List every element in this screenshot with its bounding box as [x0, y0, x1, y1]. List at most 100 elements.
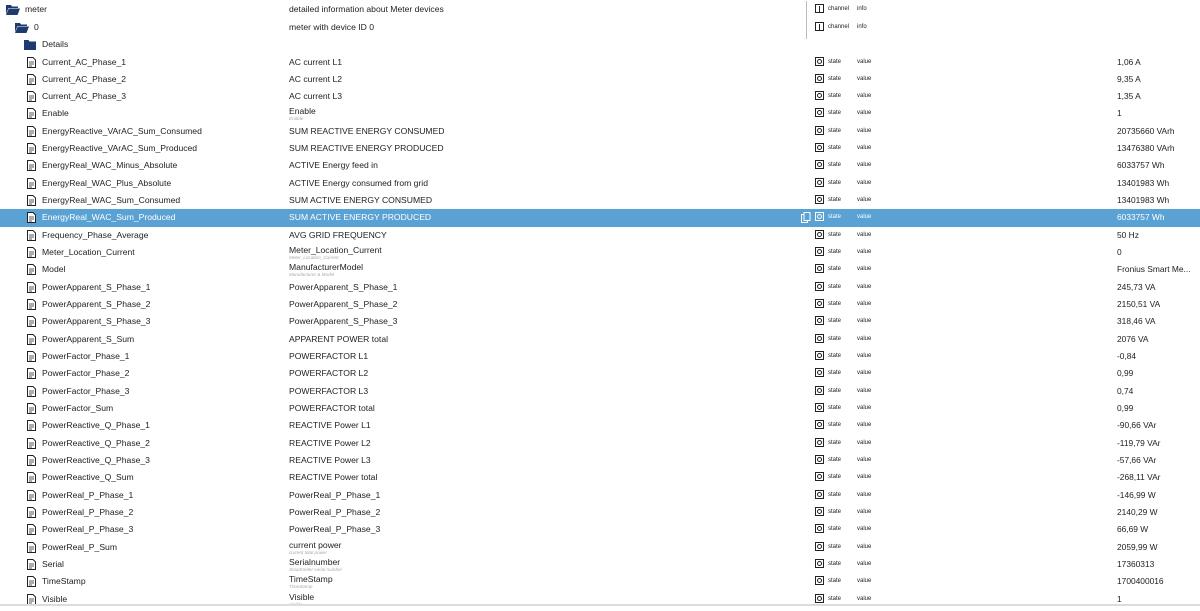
state-role-icon — [815, 125, 824, 135]
value-cell[interactable]: 1,06 A — [1117, 54, 1200, 71]
copy-icon[interactable] — [801, 212, 811, 224]
tree-item-description: PowerApparent_S_Phase_2 — [289, 299, 398, 310]
value-cell[interactable]: -119,79 VAr — [1117, 435, 1200, 452]
table-row[interactable]: PowerReactive_Q_Phase_1 REACTIVE Power L1… — [0, 417, 1200, 434]
tree-item-description: AVG GRID FREQUENCY — [289, 229, 387, 240]
table-row[interactable]: Frequency_Phase_Average AVG GRID FREQUENC… — [0, 227, 1200, 244]
table-row[interactable]: PowerReal_P_Phase_3 PowerReal_P_Phase_3 st… — [0, 521, 1200, 538]
value-cell[interactable]: 17360313 — [1117, 556, 1200, 573]
table-row[interactable]: PowerApparent_S_Sum APPARENT POWER total s… — [0, 331, 1200, 348]
state-role-icon — [815, 385, 824, 395]
table-row[interactable]: Current_AC_Phase_2 AC current L2 state valu… — [0, 71, 1200, 88]
table-row[interactable]: PowerReal_P_Phase_1 PowerReal_P_Phase_1 st… — [0, 487, 1200, 504]
value-cell[interactable]: 2140,29 W — [1117, 504, 1200, 521]
value-cell[interactable]: 1 — [1117, 105, 1200, 122]
tree-row-meter[interactable]: meter detailed information about Meter d… — [0, 1, 1200, 21]
table-row[interactable]: EnergyReal_WAC_Sum_Produced SUM ACTIVE EN… — [0, 209, 1200, 227]
value-cell[interactable]: 66,69 W — [1117, 521, 1200, 538]
role-cell: state — [815, 261, 855, 278]
table-row[interactable]: TimeStamp TimeStamp TimeStamp state value 170… — [0, 573, 1200, 590]
tree-item-name: 0 — [34, 22, 39, 32]
type-cell: info — [857, 6, 867, 12]
value-cell[interactable]: 9,35 A — [1117, 71, 1200, 88]
state-role-icon — [815, 160, 824, 170]
value-cell[interactable]: 1,35 A — [1117, 88, 1200, 105]
value-cell[interactable]: 0 — [1117, 244, 1200, 261]
table-row[interactable]: EnergyReactive_VArAC_Sum_Produced SUM REA… — [0, 140, 1200, 157]
table-row[interactable]: PowerReal_P_Sum current power current tota… — [0, 539, 1200, 556]
tree-item-name: PowerReal_P_Phase_3 — [42, 524, 134, 535]
table-row[interactable]: PowerFactor_Sum POWERFACTOR total state val… — [0, 400, 1200, 417]
value-cell[interactable]: 2059,99 W — [1117, 539, 1200, 556]
value-cell[interactable]: -146,99 W — [1117, 487, 1200, 504]
role-cell: channel — [815, 1, 855, 18]
role-cell: state — [815, 383, 855, 400]
value-cell[interactable]: -90,66 VAr — [1117, 417, 1200, 434]
tree-item-name: PowerApparent_S_Phase_3 — [42, 316, 151, 327]
value-cell[interactable]: 2150,51 VA — [1117, 296, 1200, 313]
value-cell[interactable]: 6033757 Wh — [1117, 157, 1200, 174]
table-row[interactable]: PowerReactive_Q_Phase_3 REACTIVE Power L3… — [0, 452, 1200, 469]
table-row[interactable]: PowerReactive_Q_Sum REACTIVE Power total s… — [0, 469, 1200, 486]
table-row[interactable]: PowerApparent_S_Phase_1 PowerApparent_S_P… — [0, 279, 1200, 296]
value-cell[interactable]: -0,84 — [1117, 348, 1200, 365]
role-cell: state — [815, 469, 855, 486]
type-cell: value — [857, 93, 872, 100]
channel-icon — [815, 22, 824, 31]
type-cell: value — [857, 162, 872, 169]
value-cell[interactable]: 13476380 VArh — [1117, 140, 1200, 157]
value-cell[interactable]: 13401983 Wh — [1117, 192, 1200, 209]
state-role-icon — [815, 489, 824, 499]
value-cell[interactable]: 0,99 — [1117, 400, 1200, 417]
table-row[interactable]: Serial Serialnumber Smartmeter serial numb… — [0, 556, 1200, 573]
table-row[interactable]: PowerApparent_S_Phase_3 PowerApparent_S_P… — [0, 313, 1200, 330]
value-cell[interactable]: 13401983 Wh — [1117, 175, 1200, 192]
type-cell: value — [857, 318, 872, 325]
tree-item-name: Enable — [42, 108, 69, 119]
value-cell[interactable]: 1700400016 — [1117, 573, 1200, 590]
type-cell: value — [857, 301, 872, 308]
value-cell[interactable]: 245,73 VA — [1117, 279, 1200, 296]
table-row[interactable]: PowerFactor_Phase_1 POWERFACTOR L1 state va… — [0, 348, 1200, 365]
value-cell[interactable]: 20735660 VArh — [1117, 123, 1200, 140]
value-cell[interactable]: -268,11 VAr — [1117, 469, 1200, 486]
table-row[interactable]: Enable Enable Enable state value 1 — [0, 105, 1200, 122]
table-row[interactable]: PowerFactor_Phase_2 POWERFACTOR L2 state va… — [0, 365, 1200, 382]
table-row[interactable]: EnergyReal_WAC_Plus_Absolute ACTIVE Energ… — [0, 175, 1200, 192]
value-cell[interactable]: -57,66 VAr — [1117, 452, 1200, 469]
value-cell[interactable]: 6033757 Wh — [1117, 209, 1200, 226]
table-row[interactable]: PowerFactor_Phase_3 POWERFACTOR L3 state va… — [0, 383, 1200, 400]
table-row[interactable]: PowerReactive_Q_Phase_2 REACTIVE Power L2… — [0, 435, 1200, 452]
table-row[interactable]: PowerReal_P_Phase_2 PowerReal_P_Phase_2 st… — [0, 504, 1200, 521]
table-row[interactable]: Model ManufacturerModel Manufacturer & Mod… — [0, 261, 1200, 278]
type-cell: value — [857, 526, 872, 533]
value-cell[interactable]: 50 Hz — [1117, 227, 1200, 244]
state-role-icon — [815, 455, 824, 465]
value-cell[interactable]: 2076 VA — [1117, 331, 1200, 348]
table-row[interactable]: Current_AC_Phase_1 AC current L1 state valu… — [0, 54, 1200, 71]
tree-item-name: PowerReactive_Q_Sum — [42, 472, 134, 483]
table-row[interactable]: EnergyReal_WAC_Sum_Consumed SUM ACTIVE EN… — [0, 192, 1200, 209]
tree-item-name: Frequency_Phase_Average — [42, 229, 149, 240]
value-cell[interactable]: 0,99 — [1117, 365, 1200, 382]
tree-item-name: PowerApparent_S_Sum — [42, 333, 135, 344]
table-row[interactable]: EnergyReactive_VArAC_Sum_Consumed SUM REA… — [0, 123, 1200, 140]
tree-row-details[interactable]: Details — [0, 36, 1200, 53]
table-row[interactable]: Current_AC_Phase_3 AC current L3 state valu… — [0, 88, 1200, 105]
role-cell: state — [815, 123, 855, 140]
value-cell[interactable]: 0,74 — [1117, 383, 1200, 400]
tree-item-description: POWERFACTOR L3 — [289, 385, 369, 396]
type-cell: value — [857, 370, 872, 377]
scrollbar-track[interactable] — [0, 604, 1200, 606]
type-cell: value — [857, 405, 872, 412]
role-cell: state — [815, 157, 855, 174]
table-row[interactable]: Meter_Location_Current Meter_Location_Cur… — [0, 244, 1200, 261]
type-cell: value — [857, 561, 872, 568]
tree-item-name: PowerReal_P_Phase_1 — [42, 489, 134, 500]
table-row[interactable]: EnergyReal_WAC_Minus_Absolute ACTIVE Ener… — [0, 157, 1200, 174]
table-row[interactable]: PowerApparent_S_Phase_2 PowerApparent_S_P… — [0, 296, 1200, 313]
tree-item-description: ACTIVE Energy feed in — [289, 160, 378, 171]
tree-row-0[interactable]: 0 meter with device ID 0 channel info — [0, 19, 1200, 39]
value-cell[interactable]: 318,46 VA — [1117, 313, 1200, 330]
value-cell[interactable]: Fronius Smart Me... — [1117, 261, 1200, 278]
